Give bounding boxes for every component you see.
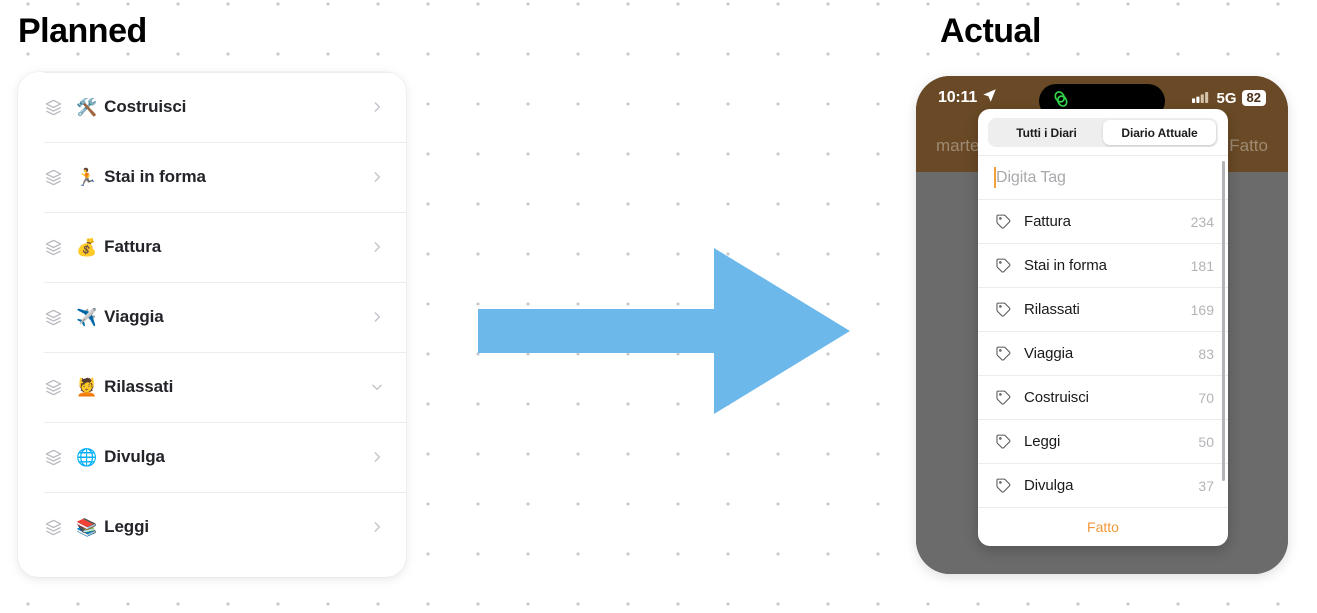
list-item[interactable]: 🏃 Stai in forma — [18, 142, 406, 212]
arrow-right-icon — [478, 248, 850, 414]
list-item[interactable]: 📚 Leggi — [18, 492, 406, 562]
tag-icon — [995, 345, 1012, 362]
stack-icon — [44, 518, 63, 537]
list-item-emoji: 🏃 — [76, 167, 98, 187]
chevron-right-icon[interactable] — [370, 450, 384, 464]
navbar-done-button[interactable]: Fatto — [1229, 136, 1268, 156]
chevron-right-icon[interactable] — [370, 520, 384, 534]
cellular-bars-icon — [1191, 90, 1212, 107]
tag-name: Stai in forma — [1024, 257, 1107, 274]
list-item-label: Leggi — [104, 517, 150, 536]
popover-done-label: Fatto — [1087, 519, 1119, 535]
list-item-label: Costruisci — [104, 97, 187, 116]
list-item-label: Divulga — [104, 447, 165, 466]
text-caret — [994, 167, 996, 188]
tag-name: Divulga — [1024, 477, 1074, 494]
chevron-right-icon[interactable] — [370, 310, 384, 324]
tag-name: Costruisci — [1024, 389, 1089, 406]
list-item-label: Rilassati — [104, 377, 174, 396]
tag-count: 181 — [1190, 257, 1214, 274]
actual-panel-title: Actual — [940, 12, 1041, 50]
popover-scrollbar[interactable] — [1222, 161, 1225, 481]
tag-icon — [995, 257, 1012, 274]
list-item[interactable]: 💆 Rilassati — [18, 352, 406, 422]
tag-icon — [995, 477, 1012, 494]
tag-name: Leggi — [1024, 433, 1061, 450]
stack-icon — [44, 98, 63, 117]
network-type-label: 5G — [1216, 89, 1237, 107]
list-item-emoji: 💰 — [76, 237, 98, 257]
tag-list-item[interactable]: Leggi 50 — [978, 419, 1228, 463]
chevron-right-icon[interactable] — [370, 170, 384, 184]
stack-icon — [44, 378, 63, 397]
list-item-emoji: 📚 — [76, 517, 98, 537]
tag-search-placeholder: Digita Tag — [996, 168, 1066, 186]
tag-list-item[interactable]: Fattura 234 — [978, 199, 1228, 243]
tag-list-item[interactable]: Costruisci 70 — [978, 375, 1228, 419]
segment-diario-attuale[interactable]: Diario Attuale — [1103, 120, 1216, 145]
list-item[interactable]: 🌐 Divulga — [18, 422, 406, 492]
tag-count: 234 — [1190, 213, 1214, 230]
tag-count: 70 — [1198, 389, 1214, 406]
tag-name: Viaggia — [1024, 345, 1074, 362]
tag-icon — [995, 389, 1012, 406]
tag-list-item[interactable]: Viaggia 83 — [978, 331, 1228, 375]
list-item-label: Stai in forma — [104, 167, 206, 186]
tag-count: 83 — [1198, 345, 1214, 362]
phone-mockup: marted Fatto 10:11 5G 82 Tutti i Diari D… — [916, 76, 1288, 574]
tag-icon — [995, 213, 1012, 230]
location-arrow-icon — [982, 88, 997, 108]
chevron-down-icon[interactable] — [370, 380, 384, 394]
tag-picker-popover: Tutti i Diari Diario Attuale Digita Tag … — [978, 109, 1228, 546]
status-bar-left: 10:11 — [938, 88, 997, 108]
stack-icon — [44, 238, 63, 257]
stack-icon — [44, 448, 63, 467]
list-item-label: Viaggia — [104, 307, 164, 326]
stack-icon — [44, 168, 63, 187]
tag-list-item[interactable]: Rilassati 169 — [978, 287, 1228, 331]
status-bar-time: 10:11 — [938, 89, 978, 106]
tag-count: 37 — [1198, 477, 1214, 494]
list-item-label: Fattura — [104, 237, 162, 256]
tag-name: Rilassati — [1024, 301, 1080, 318]
list-item[interactable]: ✈️ Viaggia — [18, 282, 406, 352]
stack-icon — [44, 308, 63, 327]
tag-count: 50 — [1198, 433, 1214, 450]
tag-icon — [995, 433, 1012, 450]
tag-icon — [995, 301, 1012, 318]
tag-count: 169 — [1190, 301, 1214, 318]
segment-tutti-i-diari[interactable]: Tutti i Diari — [990, 120, 1103, 145]
list-item[interactable]: 🛠️ Costruisci — [18, 72, 406, 142]
list-item-emoji: 🌐 — [76, 447, 98, 467]
planned-panel-title: Planned — [18, 12, 147, 50]
tag-list-item[interactable]: Divulga 37 — [978, 463, 1228, 507]
status-bar-right: 5G 82 — [1191, 89, 1266, 107]
chevron-right-icon[interactable] — [370, 240, 384, 254]
diary-scope-segmented-control[interactable]: Tutti i Diari Diario Attuale — [988, 118, 1218, 147]
chevron-right-icon[interactable] — [370, 100, 384, 114]
tag-list-item[interactable]: Stai in forma 181 — [978, 243, 1228, 287]
list-item-emoji: ✈️ — [76, 307, 98, 327]
tag-search-input[interactable]: Digita Tag — [978, 155, 1228, 199]
list-item[interactable]: 💰 Fattura — [18, 212, 406, 282]
list-item-emoji: 🛠️ — [76, 97, 98, 117]
battery-level-indicator: 82 — [1241, 90, 1266, 106]
list-item-emoji: 💆 — [76, 377, 98, 397]
planned-list-card: 🛠️ Costruisci 🏃 Stai in forma 💰 Fattura — [18, 72, 406, 577]
tag-name: Fattura — [1024, 213, 1071, 230]
popover-done-button[interactable]: Fatto — [978, 507, 1228, 546]
